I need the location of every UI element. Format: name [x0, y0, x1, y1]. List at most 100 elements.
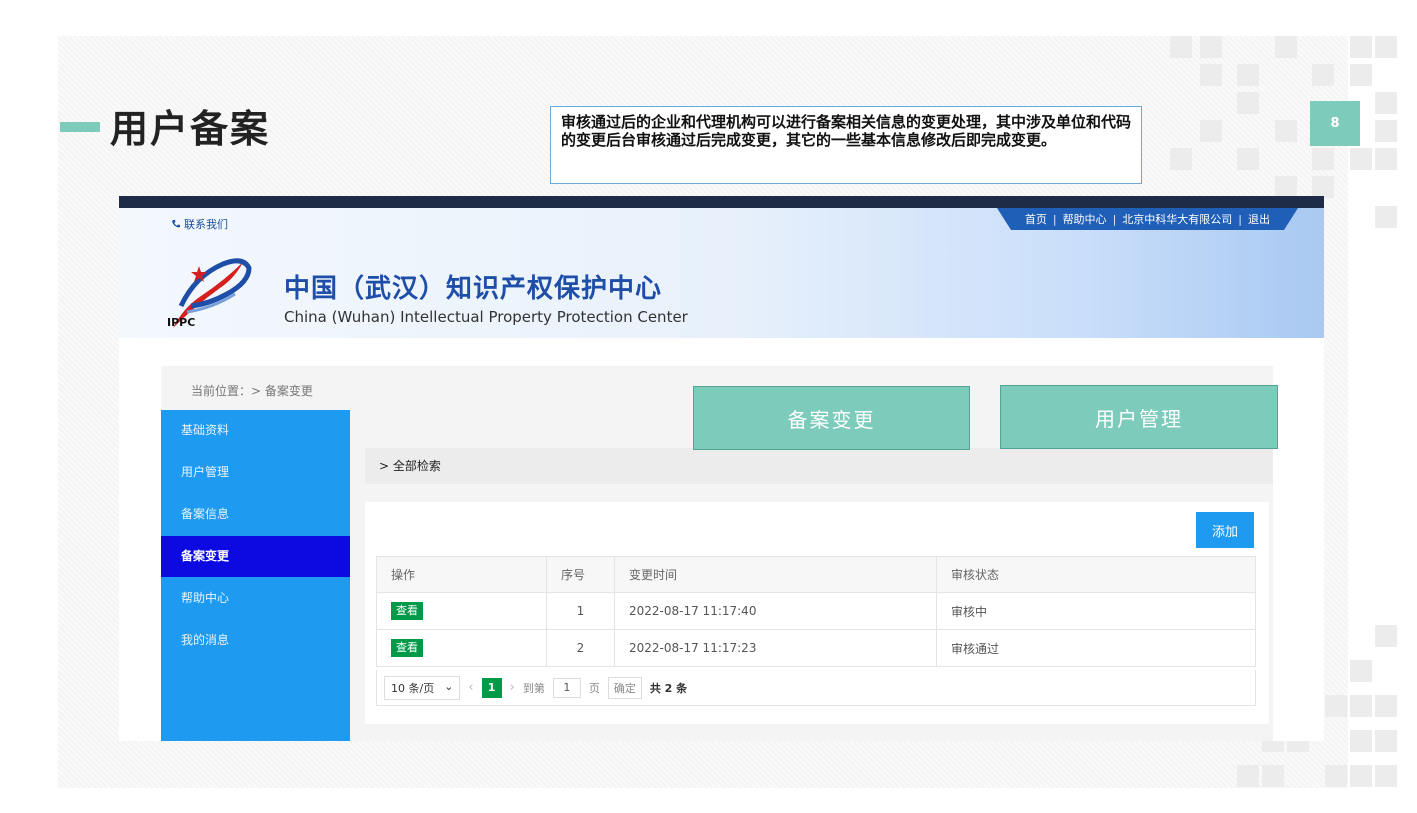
filter-label: 全部检索: [392, 459, 441, 473]
decor-square: [1275, 36, 1297, 58]
slide: 用户备案 审核通过后的企业和代理机构可以进行备案相关信息的变更处理，其中涉及单位…: [0, 0, 1417, 813]
decor-square: [1375, 92, 1397, 114]
page-size-select[interactable]: 10 条/页 ⌄: [384, 675, 461, 700]
index-cell: 2: [546, 629, 615, 667]
decor-square: [1375, 765, 1397, 787]
home-link[interactable]: 首页: [1025, 211, 1047, 227]
filter-bar[interactable]: > 全部检索: [365, 448, 1273, 484]
help-center-link[interactable]: 帮助中心: [1063, 211, 1107, 227]
decor-square: [1170, 36, 1192, 58]
decor-square: [1275, 120, 1297, 142]
decor-square: [1375, 36, 1397, 58]
sidebar-item-my-messages[interactable]: 我的消息: [161, 620, 350, 661]
sidebar-item-user-management[interactable]: 用户管理: [161, 452, 350, 493]
logo-text: IPPC: [167, 316, 196, 329]
sidebar-item-filing-change[interactable]: 备案变更: [161, 536, 350, 577]
view-button[interactable]: 查看: [391, 602, 423, 620]
pagination: 10 条/页 ⌄ ‹ 1 › 到第 1 页 确定 共 2 条: [376, 670, 1256, 706]
slide-title: 用户备案: [110, 107, 271, 151]
decor-square: [1237, 92, 1259, 114]
decor-square: [1375, 120, 1397, 142]
phone-icon: [172, 220, 180, 228]
window-top-bar: [119, 196, 1324, 208]
decor-square: [1275, 176, 1297, 198]
filing-change-overlay-button[interactable]: 备案变更: [693, 386, 970, 450]
decor-square: [1350, 730, 1372, 752]
decor-square: [1237, 765, 1259, 787]
action-cell: 查看: [376, 629, 547, 667]
chevron-right-icon: >: [379, 459, 390, 473]
decor-square: [1350, 64, 1372, 86]
logout-link[interactable]: 退出: [1248, 211, 1270, 227]
column-header: 操作: [376, 556, 547, 593]
decor-square: [1375, 206, 1397, 228]
status-cell: 审核中: [936, 592, 1256, 630]
table-row: 查看 1 2022-08-17 11:17:40 审核中: [376, 592, 1256, 630]
decor-square: [1200, 36, 1222, 58]
separator: |: [1238, 212, 1242, 226]
add-button[interactable]: 添加: [1196, 512, 1254, 548]
contact-link[interactable]: 联系我们: [171, 216, 228, 232]
org-name-cn: 中国（武汉）知识产权保护中心: [284, 274, 663, 304]
next-page-icon[interactable]: ›: [510, 680, 515, 695]
decor-square: [1312, 64, 1334, 86]
view-button[interactable]: 查看: [391, 639, 423, 657]
decor-square: [1325, 695, 1347, 717]
decor-square: [1325, 765, 1347, 787]
current-page[interactable]: 1: [481, 677, 502, 698]
decor-square: [1350, 148, 1372, 170]
sidebar-item-filing-info[interactable]: 备案信息: [161, 494, 350, 535]
confirm-button[interactable]: 确定: [607, 676, 642, 699]
time-cell: 2022-08-17 11:17:23: [614, 629, 937, 667]
index-cell: 1: [546, 592, 615, 630]
embedded-screenshot: 联系我们 首页 | 帮助中心 | 北京中科华大有限公司 | 退出 IPPC 中国…: [119, 196, 1324, 741]
user-management-overlay-button[interactable]: 用户管理: [1000, 385, 1278, 449]
separator: |: [1052, 212, 1057, 226]
column-header: 变更时间: [614, 556, 937, 593]
page-number: 8: [1310, 101, 1360, 146]
top-links: 首页 | 帮助中心 | 北京中科华大有限公司 | 退出: [996, 208, 1299, 230]
decor-square: [1312, 176, 1334, 198]
chevron-down-icon: ⌄: [444, 679, 454, 693]
goto-page-input[interactable]: 1: [552, 677, 581, 698]
company-link[interactable]: 北京中科华大有限公司: [1122, 211, 1232, 227]
decor-square: [1237, 64, 1259, 86]
sidebar-item-help-center[interactable]: 帮助中心: [161, 578, 350, 619]
org-name-en: China (Wuhan) Intellectual Property Prot…: [284, 308, 688, 326]
page-size-value: 10 条/页: [391, 681, 435, 695]
decor-square: [1237, 148, 1259, 170]
decor-square: [1375, 625, 1397, 647]
title-accent-bar: [60, 122, 100, 132]
decor-square: [1200, 64, 1222, 86]
column-header: 序号: [546, 556, 615, 593]
sidebar-item-basic-info[interactable]: 基础资料: [161, 410, 350, 451]
action-cell: 查看: [376, 592, 547, 630]
contact-label: 联系我们: [184, 218, 228, 231]
records-panel: 添加 操作 序号 变更时间 审核状态 查看 1 2022-08-17 11:17…: [365, 502, 1269, 724]
table-row: 查看 2 2022-08-17 11:17:23 审核通过: [376, 629, 1256, 667]
page-unit-label: 页: [588, 681, 600, 695]
total-count: 共 2 条: [649, 681, 688, 695]
decor-square: [1375, 148, 1397, 170]
decor-square: [1350, 660, 1372, 682]
table-header-row: 操作 序号 变更时间 审核状态: [376, 556, 1256, 593]
sidebar-nav: 基础资料 用户管理 备案信息 备案变更 帮助中心 我的消息: [161, 410, 350, 741]
decor-square: [1170, 148, 1192, 170]
records-table: 操作 序号 变更时间 审核状态 查看 1 2022-08-17 11:17:40…: [376, 556, 1256, 667]
decor-square: [1350, 765, 1372, 787]
column-header: 审核状态: [936, 556, 1256, 593]
decor-square: [1375, 730, 1397, 752]
callout-note: 审核通过后的企业和代理机构可以进行备案相关信息的变更处理，其中涉及单位和代码的变…: [550, 106, 1142, 184]
goto-label: 到第: [522, 681, 545, 695]
breadcrumb: 当前位置：> 备案变更: [191, 384, 313, 398]
decor-square: [1262, 765, 1284, 787]
decor-square: [1350, 36, 1372, 58]
site-header: 联系我们 首页 | 帮助中心 | 北京中科华大有限公司 | 退出 IPPC 中国…: [119, 208, 1324, 338]
status-cell: 审核通过: [936, 629, 1256, 667]
prev-page-icon[interactable]: ‹: [468, 680, 473, 695]
separator: |: [1112, 212, 1117, 226]
decor-square: [1350, 695, 1372, 717]
decor-square: [1200, 120, 1222, 142]
decor-square: [1312, 148, 1334, 170]
decor-square: [1375, 695, 1397, 717]
